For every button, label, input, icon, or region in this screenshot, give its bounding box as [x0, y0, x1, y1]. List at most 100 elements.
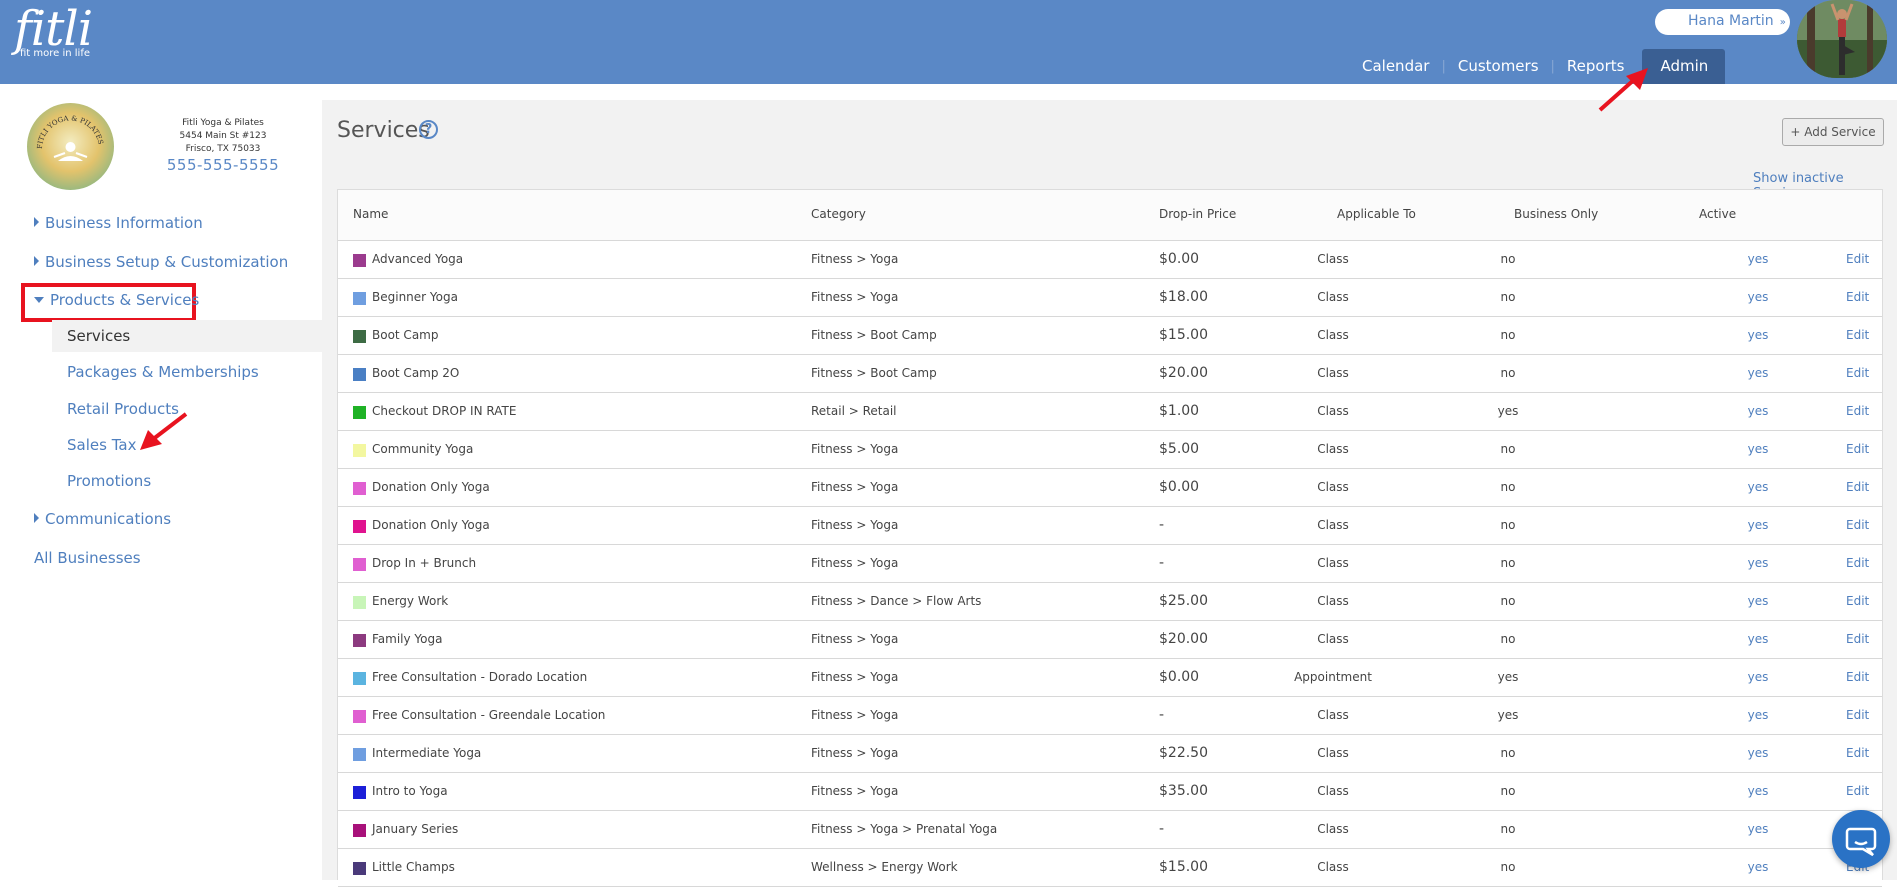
service-active-toggle[interactable]: yes [1728, 252, 1788, 266]
edit-link[interactable]: Edit [1846, 746, 1869, 760]
color-swatch [353, 330, 366, 343]
column-header-business-only[interactable]: Business Only [1514, 207, 1598, 221]
color-swatch [353, 672, 366, 685]
sidebar-item-business-setup[interactable]: Business Setup & Customization [34, 253, 288, 271]
service-price: - [1159, 707, 1165, 723]
sidebar-subitem-services[interactable]: Services [67, 327, 130, 345]
table-row: Community Yoga Fitness > Yoga $5.00 Class no… [338, 431, 1882, 469]
service-category: Fitness > Yoga [811, 784, 899, 798]
user-menu-button[interactable]: Hana Martin » [1655, 9, 1790, 35]
service-price: $15.00 [1159, 327, 1208, 343]
column-header-applicable-to[interactable]: Applicable To [1337, 207, 1416, 221]
help-icon[interactable]: ? [419, 120, 438, 139]
service-active-toggle[interactable]: yes [1728, 860, 1788, 874]
color-swatch [353, 824, 366, 837]
column-header-active[interactable]: Active [1699, 207, 1736, 221]
edit-link[interactable]: Edit [1846, 632, 1869, 646]
service-name: Little Champs [372, 860, 455, 874]
user-name: Hana Martin [1688, 13, 1774, 29]
edit-link[interactable]: Edit [1846, 404, 1869, 418]
business-phone[interactable]: 555-555-5555 [150, 158, 296, 173]
chevron-down-icon: » [1779, 17, 1786, 28]
service-price: $15.00 [1159, 859, 1208, 875]
service-category: Fitness > Yoga [811, 442, 899, 456]
service-applicable-to: Class [1317, 784, 1349, 798]
avatar[interactable] [1797, 0, 1887, 78]
nav-admin[interactable]: Admin [1642, 49, 1726, 84]
table-row: Boot Camp 2O Fitness > Boot Camp $20.00 Cla… [338, 355, 1882, 393]
service-active-toggle[interactable]: yes [1728, 480, 1788, 494]
main-nav: Calendar | Customers | Reports Admin [1350, 49, 1726, 84]
sidebar-subitem-sales-tax[interactable]: Sales Tax [67, 436, 136, 454]
service-category: Fitness > Dance > Flow Arts [811, 594, 982, 608]
column-header-drop-in-price[interactable]: Drop-in Price [1159, 207, 1236, 221]
edit-link[interactable]: Edit [1846, 252, 1869, 266]
service-category: Fitness > Yoga [811, 556, 899, 570]
service-name: Energy Work [372, 594, 449, 608]
color-swatch [353, 748, 366, 761]
service-name: Drop In + Brunch [372, 556, 477, 570]
service-business-only: no [1500, 442, 1516, 456]
service-active-toggle[interactable]: yes [1728, 670, 1788, 684]
service-active-toggle[interactable]: yes [1728, 746, 1788, 760]
edit-link[interactable]: Edit [1846, 784, 1869, 798]
service-price: - [1159, 555, 1165, 571]
annotation-arrow-sales-tax [140, 412, 188, 450]
sidebar-subitem-packages-memberships[interactable]: Packages & Memberships [67, 363, 259, 381]
edit-link[interactable]: Edit [1846, 290, 1869, 304]
sidebar-item-label: Business Information [45, 214, 203, 232]
service-name: Intermediate Yoga [372, 746, 482, 760]
sidebar-item-label: Products & Services [50, 291, 200, 309]
edit-link[interactable]: Edit [1846, 480, 1869, 494]
color-swatch [353, 558, 366, 571]
nav-customers[interactable]: Customers [1446, 49, 1551, 84]
service-category: Fitness > Boot Camp [811, 328, 937, 342]
service-active-toggle[interactable]: yes [1728, 784, 1788, 798]
service-applicable-to: Class [1317, 366, 1349, 380]
service-active-toggle[interactable]: yes [1728, 442, 1788, 456]
column-header-name[interactable]: Name [353, 207, 388, 221]
service-active-toggle[interactable]: yes [1728, 404, 1788, 418]
sidebar: FITLI YOGA & PILATES Fitli Yoga & Pilate… [0, 84, 322, 880]
edit-link[interactable]: Edit [1846, 366, 1869, 380]
nav-calendar[interactable]: Calendar [1350, 49, 1441, 84]
service-active-toggle[interactable]: yes [1728, 822, 1788, 836]
color-swatch [353, 596, 366, 609]
service-active-toggle[interactable]: yes [1728, 632, 1788, 646]
service-price: $0.00 [1159, 251, 1200, 267]
service-applicable-to: Class [1317, 632, 1349, 646]
edit-link[interactable]: Edit [1846, 708, 1869, 722]
column-header-category[interactable]: Category [811, 207, 866, 221]
sidebar-item-products-services[interactable]: Products & Services [34, 291, 199, 309]
edit-link[interactable]: Edit [1846, 670, 1869, 684]
service-active-toggle[interactable]: yes [1728, 328, 1788, 342]
table-row: Free Consultation - Dorado Location Fitne… [338, 659, 1882, 697]
fitli-logo[interactable]: fitli fit more in life [14, 4, 93, 59]
add-service-button[interactable]: + Add Service [1782, 118, 1884, 146]
edit-link[interactable]: Edit [1846, 556, 1869, 570]
sidebar-item-communications[interactable]: Communications [34, 510, 171, 528]
service-active-toggle[interactable]: yes [1728, 518, 1788, 532]
table-row: Donation Only Yoga Fitness > Yoga - Class no… [338, 507, 1882, 545]
chat-button[interactable] [1832, 810, 1890, 868]
edit-link[interactable]: Edit [1846, 518, 1869, 532]
service-active-toggle[interactable]: yes [1728, 366, 1788, 380]
sidebar-item-all-businesses[interactable]: All Businesses [34, 549, 141, 567]
business-info: Fitli Yoga & Pilates 5454 Main St #123 F… [150, 117, 296, 173]
edit-link[interactable]: Edit [1846, 442, 1869, 456]
edit-link[interactable]: Edit [1846, 328, 1869, 342]
color-swatch [353, 634, 366, 647]
service-active-toggle[interactable]: yes [1728, 708, 1788, 722]
service-name: Boot Camp 2O [372, 366, 460, 380]
service-active-toggle[interactable]: yes [1728, 556, 1788, 570]
service-active-toggle[interactable]: yes [1728, 594, 1788, 608]
table-row: Boot Camp Fitness > Boot Camp $15.00 Class n… [338, 317, 1882, 355]
sidebar-item-business-information[interactable]: Business Information [34, 214, 203, 232]
business-logo: FITLI YOGA & PILATES [27, 103, 114, 190]
edit-link[interactable]: Edit [1846, 594, 1869, 608]
service-active-toggle[interactable]: yes [1728, 290, 1788, 304]
service-business-only: no [1500, 366, 1516, 380]
table-row: Free Consultation - Greendale Location Fi… [338, 697, 1882, 735]
sidebar-subitem-promotions[interactable]: Promotions [67, 472, 151, 490]
table-row: Intro to Yoga Fitness > Yoga $35.00 Class no… [338, 773, 1882, 811]
